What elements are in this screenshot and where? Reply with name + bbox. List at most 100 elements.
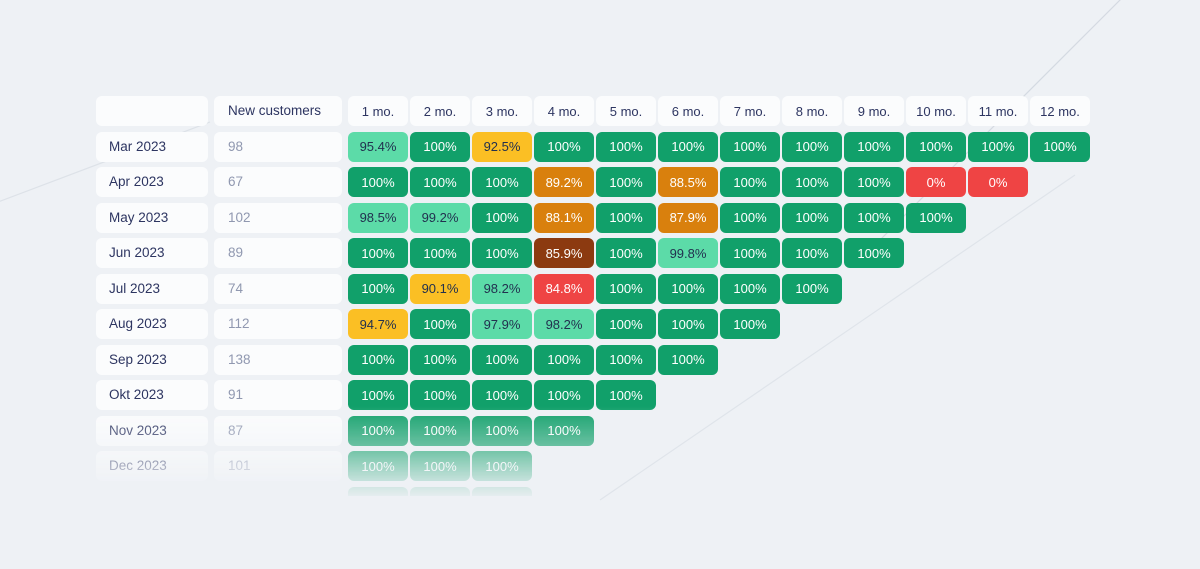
new-customers-value: 91 xyxy=(214,380,342,410)
retention-cell[interactable]: 95.4% xyxy=(348,131,408,162)
retention-cell[interactable]: 0% xyxy=(906,167,966,197)
new-customers-value: 87 xyxy=(214,415,342,446)
retention-cell[interactable]: 100% xyxy=(472,344,532,375)
retention-cell[interactable]: 0% xyxy=(968,167,1028,197)
retention-cell[interactable]: 100% xyxy=(348,273,408,304)
header-month-8: 8 mo. xyxy=(782,96,842,126)
retention-cell[interactable]: 100% xyxy=(782,273,842,304)
retention-cell[interactable]: 97.9% xyxy=(472,309,532,339)
retention-cell[interactable]: 100% xyxy=(410,131,470,162)
retention-cell-empty xyxy=(906,487,966,497)
header-month-6: 6 mo. xyxy=(658,96,718,126)
retention-cell-empty xyxy=(596,487,656,497)
retention-cell[interactable]: 99.8% xyxy=(658,238,718,268)
retention-cell[interactable]: 100% xyxy=(534,380,594,410)
retention-cell[interactable]: 100% xyxy=(596,309,656,339)
retention-cell[interactable]: 100% xyxy=(1030,131,1090,162)
retention-cell[interactable]: 100% xyxy=(348,238,408,268)
retention-cell[interactable]: 100% xyxy=(720,309,780,339)
retention-cell[interactable]: 100% xyxy=(410,167,470,197)
retention-cell[interactable]: 100% xyxy=(472,415,532,446)
retention-cell[interactable]: 100% xyxy=(906,131,966,162)
retention-cell[interactable]: 100% xyxy=(720,131,780,162)
retention-cell[interactable]: 92.5% xyxy=(472,131,532,162)
retention-cell[interactable]: 100% xyxy=(410,309,470,339)
retention-cell[interactable]: 100% xyxy=(968,131,1028,162)
retention-cell[interactable]: 100% xyxy=(534,344,594,375)
retention-cell[interactable]: 98.2% xyxy=(534,309,594,339)
retention-cell[interactable]: 100% xyxy=(720,202,780,233)
retention-cell[interactable]: 94.7% xyxy=(348,309,408,339)
cohort-label: Jun 2023 xyxy=(96,238,208,268)
retention-cell[interactable]: 100% xyxy=(472,238,532,268)
retention-cell[interactable]: 98.2% xyxy=(472,273,532,304)
retention-cell[interactable]: 90.1% xyxy=(410,273,470,304)
retention-cell[interactable]: 100% xyxy=(658,131,718,162)
new-customers-value: 89 xyxy=(214,238,342,268)
retention-cell[interactable]: 100% xyxy=(472,486,532,496)
retention-cell[interactable]: 100% xyxy=(844,202,904,233)
new-customers-value: 67 xyxy=(214,167,342,197)
retention-cell[interactable]: 100% xyxy=(658,344,718,375)
retention-cell[interactable]: 100% xyxy=(658,273,718,304)
retention-cell[interactable]: 100% xyxy=(596,202,656,233)
retention-cell-empty xyxy=(1030,451,1090,481)
retention-cell[interactable]: 88.5% xyxy=(658,167,718,197)
retention-cell[interactable]: 100% xyxy=(596,273,656,304)
retention-cell[interactable]: 100% xyxy=(472,202,532,233)
retention-cell[interactable]: 100% xyxy=(596,238,656,268)
retention-cell[interactable]: 100% xyxy=(348,486,408,496)
retention-cell[interactable]: 100% xyxy=(844,238,904,268)
retention-cell-empty xyxy=(906,238,966,268)
retention-cell[interactable]: 100% xyxy=(906,202,966,233)
retention-cell[interactable]: 84.8% xyxy=(534,273,594,304)
retention-cell[interactable]: 100% xyxy=(782,167,842,197)
retention-cell[interactable]: 100% xyxy=(410,380,470,410)
retention-cell[interactable]: 100% xyxy=(472,380,532,410)
retention-cell[interactable]: 85.9% xyxy=(534,238,594,268)
retention-cell-empty xyxy=(844,345,904,375)
retention-cell-empty xyxy=(1030,203,1090,233)
table-row: Nov 2023 87 100% 100% 100% 100% xyxy=(96,415,1108,446)
retention-cell[interactable]: 100% xyxy=(782,131,842,162)
retention-cell-empty xyxy=(968,380,1028,410)
retention-cell[interactable]: 88.1% xyxy=(534,202,594,233)
retention-cell[interactable]: 100% xyxy=(410,344,470,375)
retention-cell[interactable]: 100% xyxy=(410,451,470,481)
retention-cell[interactable]: 100% xyxy=(720,273,780,304)
header-month-9: 9 mo. xyxy=(844,96,904,126)
retention-cell[interactable]: 100% xyxy=(348,344,408,375)
retention-cell[interactable]: 100% xyxy=(720,238,780,268)
retention-cell[interactable]: 100% xyxy=(410,238,470,268)
retention-cell[interactable]: 100% xyxy=(410,415,470,446)
retention-cell[interactable]: 100% xyxy=(472,167,532,197)
retention-cell[interactable]: 100% xyxy=(844,167,904,197)
retention-cell[interactable]: 100% xyxy=(348,451,408,481)
retention-cell[interactable]: 100% xyxy=(534,415,594,446)
retention-cell[interactable]: 100% xyxy=(596,167,656,197)
retention-cell[interactable]: 100% xyxy=(720,167,780,197)
retention-cell[interactable]: 100% xyxy=(596,131,656,162)
retention-cell-empty xyxy=(906,345,966,375)
retention-cell[interactable]: 100% xyxy=(782,202,842,233)
cohort-label: Apr 2023 xyxy=(96,167,208,197)
retention-cell-empty xyxy=(906,309,966,339)
retention-cell[interactable]: 100% xyxy=(596,344,656,375)
retention-cell[interactable]: 100% xyxy=(596,380,656,410)
header-cohort-column xyxy=(96,96,208,126)
retention-cell-empty xyxy=(968,345,1028,375)
retention-cell[interactable]: 98.5% xyxy=(348,202,408,233)
retention-cell[interactable]: 100% xyxy=(410,486,470,496)
retention-cell-empty xyxy=(658,416,718,446)
retention-cell[interactable]: 100% xyxy=(534,131,594,162)
retention-cell[interactable]: 100% xyxy=(844,131,904,162)
retention-cell[interactable]: 100% xyxy=(472,451,532,481)
retention-cell[interactable]: 100% xyxy=(658,309,718,339)
retention-cell[interactable]: 100% xyxy=(782,238,842,268)
retention-cell[interactable]: 100% xyxy=(348,415,408,446)
retention-cell[interactable]: 89.2% xyxy=(534,167,594,197)
retention-cell[interactable]: 100% xyxy=(348,167,408,197)
retention-cell[interactable]: 87.9% xyxy=(658,202,718,233)
retention-cell[interactable]: 100% xyxy=(348,380,408,410)
retention-cell[interactable]: 99.2% xyxy=(410,202,470,233)
